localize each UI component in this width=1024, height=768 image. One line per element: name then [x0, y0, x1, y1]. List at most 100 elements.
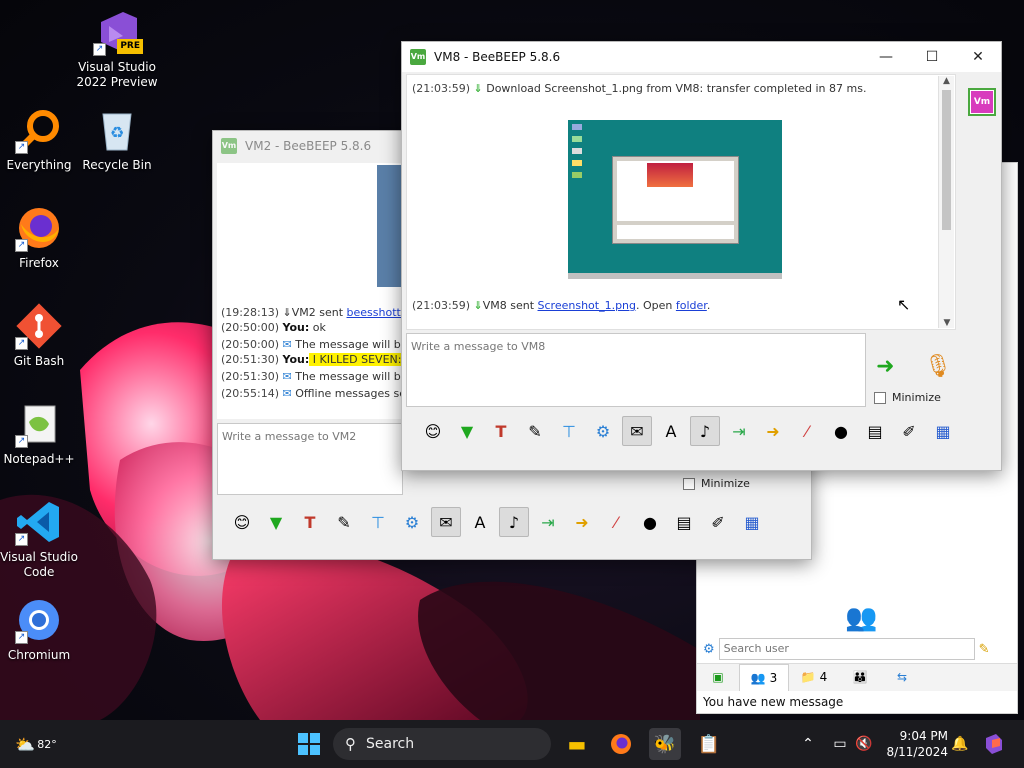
send-file-icon[interactable]: ⇥	[533, 507, 563, 537]
envelope-icon[interactable]: ✉	[622, 416, 652, 446]
user-badge-strip: Vm	[962, 74, 1001, 410]
note-icon[interactable]: ♪	[690, 416, 720, 446]
copilot-icon[interactable]	[978, 728, 1010, 760]
note-icon[interactable]: ♪	[499, 507, 529, 537]
folder-link[interactable]: folder	[676, 299, 707, 312]
paint-brush-icon[interactable]: ⊤	[554, 416, 584, 446]
html-tag-icon[interactable]: ⁄	[601, 507, 631, 537]
vm2-message-input[interactable]: Write a message to VM2	[217, 423, 403, 495]
desktop-icon-everything[interactable]: ↗ Everything	[0, 106, 82, 173]
volume-muted-icon[interactable]: 🔇	[848, 728, 880, 760]
download-icon: ⇓	[282, 306, 292, 319]
webcam-icon[interactable]: ●	[635, 507, 665, 537]
color-pen-icon[interactable]: ✎	[520, 416, 550, 446]
taskbar-clock[interactable]: 9:04 PM 8/11/2024	[886, 728, 948, 760]
firefox-taskbar-icon[interactable]	[605, 728, 637, 760]
save-icon[interactable]: ▦	[928, 416, 958, 446]
search-user-bar: ⚙ Search user ✎	[697, 635, 1017, 663]
scrollbar-thumb[interactable]	[942, 90, 951, 230]
file-explorer-icon[interactable]: ▬	[561, 728, 593, 760]
minimize-button[interactable]: —	[863, 42, 909, 72]
tab-users[interactable]: 👥 3	[739, 664, 789, 691]
tab-groups[interactable]: 📁 4	[789, 664, 839, 691]
vm8-message-log-2: (21:03:59) ⇓VM8 sent Screenshot_1.png. O…	[412, 298, 710, 313]
chat-message: (20:50:00) ✉ The message will be de	[221, 338, 425, 351]
search-user-input[interactable]: Search user	[718, 638, 975, 660]
smiley-icon[interactable]: 😊	[227, 507, 257, 537]
desktop-icon-notepadpp[interactable]: ↗ Notepad++	[0, 400, 82, 467]
desktop-icon-chromium[interactable]: ↗ Chromium	[0, 596, 82, 663]
chromium-icon: ↗	[15, 596, 63, 644]
envelope-icon: ✉	[282, 387, 292, 400]
webcam-icon[interactable]: ●	[826, 416, 856, 446]
vm8-message-log: (21:03:59) ⇓ Download Screenshot_1.png f…	[412, 81, 866, 96]
text-format-icon[interactable]: T	[486, 416, 516, 446]
shortcut-arrow-icon: ↗	[15, 141, 28, 154]
chat-scrollbar[interactable]: ▲ ▼	[938, 76, 954, 328]
settings-gear-icon[interactable]: ⚙	[703, 642, 715, 657]
chat-icon: ▣	[712, 670, 724, 684]
folder-icon[interactable]: ➜	[567, 507, 597, 537]
vm8-minimize-checkbox[interactable]: Minimize	[874, 391, 941, 404]
desktop-icon-git-bash[interactable]: ↗ Git Bash	[0, 302, 82, 369]
file-link[interactable]: Screenshot_1.png	[538, 299, 637, 312]
vm8-message-input[interactable]: Write a message to VM8	[406, 333, 866, 407]
vm8-user-avatar[interactable]: Vm	[968, 88, 996, 116]
settings-gear-icon[interactable]: ⚙	[588, 416, 618, 446]
vm8-chat-area: (21:03:59) ⇓ Download Screenshot_1.png f…	[406, 74, 956, 330]
green-arrow-down-icon[interactable]: ▼	[261, 507, 291, 537]
notification-bell-icon[interactable]: 🔔	[944, 728, 976, 760]
save-icon[interactable]: ▦	[737, 507, 767, 537]
desktop-icon-firefox[interactable]: ↗ Firefox	[0, 204, 82, 271]
tab-chat[interactable]: ▣	[697, 664, 739, 691]
send-file-icon[interactable]: ⇥	[724, 416, 754, 446]
clear-brush-icon[interactable]: ✎	[979, 642, 990, 657]
scroll-down-icon[interactable]: ▼	[939, 318, 955, 328]
scroll-up-icon[interactable]: ▲	[939, 76, 954, 86]
beebeep-taskbar-icon[interactable]: 🐝	[649, 728, 681, 760]
html-tag-icon[interactable]: ⁄	[792, 416, 822, 446]
screenshot-icon[interactable]: ▤	[860, 416, 890, 446]
panel-tabs: ▣ 👥 3 📁 4 👪 ⇆	[697, 663, 1017, 691]
screenshot-preview-image[interactable]	[568, 120, 782, 279]
bee-icon: 🐝	[653, 733, 677, 755]
screenshot-icon[interactable]: ▤	[669, 507, 699, 537]
notes-icon[interactable]: ✐	[703, 507, 733, 537]
desktop-icon-visual-studio[interactable]: PRE ↗ Visual Studio 2022 Preview	[74, 8, 160, 90]
start-button[interactable]	[293, 728, 325, 760]
preview-badge: PRE	[117, 39, 143, 54]
vm2-minimize-checkbox[interactable]: Minimize	[683, 477, 750, 490]
send-message-icon[interactable]: ➜	[876, 354, 894, 379]
tab-share[interactable]: ⇆	[881, 664, 923, 691]
notes-app-taskbar-icon[interactable]: 📋	[693, 728, 725, 760]
font-icon[interactable]: A	[465, 507, 495, 537]
users-group-icon: 👥	[845, 603, 878, 633]
maximize-button[interactable]: ☐	[909, 42, 955, 72]
checkbox[interactable]	[874, 392, 886, 404]
color-pen-icon[interactable]: ✎	[329, 507, 359, 537]
folder-icon[interactable]: ➜	[758, 416, 788, 446]
weather-widget[interactable]: ⛅ 82°	[15, 728, 56, 760]
chat-message: (20:51:30) You: I KILLED SEVEN:50 C	[221, 353, 427, 366]
settings-gear-icon[interactable]: ⚙	[397, 507, 427, 537]
weather-icon: ⛅	[15, 734, 36, 754]
checkbox[interactable]	[683, 478, 695, 490]
desktop-icon-vscode[interactable]: ↗ Visual Studio Code	[0, 498, 82, 580]
envelope-icon[interactable]: ✉	[431, 507, 461, 537]
notes-icon[interactable]: ✐	[894, 416, 924, 446]
microphone-icon[interactable]: 🎙	[924, 354, 952, 379]
vm8-titlebar[interactable]: Vm VM8 - BeeBEEP 5.8.6 — ☐ ✕	[402, 42, 1001, 72]
show-hidden-icons-button[interactable]: ⌃	[792, 728, 824, 760]
text-format-icon[interactable]: T	[295, 507, 325, 537]
green-arrow-down-icon[interactable]: ▼	[452, 416, 482, 446]
desktop-icon-recycle-bin[interactable]: ♻ Recycle Bin	[74, 106, 160, 173]
font-icon[interactable]: A	[656, 416, 686, 446]
paint-brush-icon[interactable]: ⊤	[363, 507, 393, 537]
desktop-icon-label: Visual Studio 2022 Preview	[76, 60, 158, 89]
smiley-icon[interactable]: 😊	[418, 416, 448, 446]
taskbar-search[interactable]: ⚲ Search	[333, 728, 551, 760]
clipboard-icon: 📋	[697, 733, 721, 755]
preview-desktop-icons	[572, 124, 582, 224]
close-button[interactable]: ✕	[955, 42, 1001, 72]
tab-network[interactable]: 👪	[839, 664, 881, 691]
